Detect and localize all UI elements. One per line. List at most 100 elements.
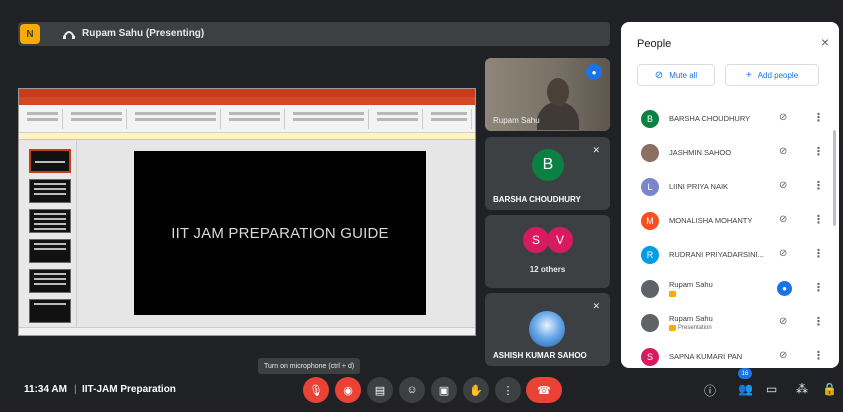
present-button[interactable]: ▣ <box>431 377 457 403</box>
participant-row[interactable]: JASHMIN SAHOO ⊘ ⋮ <box>621 136 839 170</box>
avatar: L <box>641 178 659 196</box>
participant-row[interactable]: M MONALISHA MOHANTY ⊘ ⋮ <box>621 204 839 238</box>
scrollbar[interactable] <box>833 130 836 226</box>
tile-name-label: ASHISH KUMAR SAHOO <box>493 351 587 360</box>
others-count-label: 12 others <box>529 265 566 274</box>
participant-row[interactable]: Rupam Sahu Presentation ⊘ ⋮ <box>621 306 839 340</box>
more-options-icon[interactable]: ⋮ <box>813 315 824 328</box>
slide-thumbnails <box>19 141 77 329</box>
mic-off-icon[interactable]: ⊘ <box>779 316 787 327</box>
participant-name: JASHMIN SAHOO <box>669 148 732 157</box>
participant-row[interactable]: Rupam Sahu ● ⋮ <box>621 272 839 306</box>
slide-thumbnail <box>29 149 71 173</box>
info-icon[interactable]: ⓘ <box>704 382 716 399</box>
mute-all-label: Mute all <box>669 70 698 80</box>
current-slide: IIT JAM PREPARATION GUIDE <box>134 151 426 315</box>
participant-face <box>547 78 569 106</box>
microphone-button[interactable]: 🎙 <box>303 377 329 403</box>
participant-row[interactable]: L LIINI PRIYA NAIK ⊘ ⋮ <box>621 170 839 204</box>
leave-call-button[interactable]: ☎ <box>526 377 562 403</box>
ppt-statusbar <box>19 327 475 335</box>
slide-thumbnail <box>29 269 71 293</box>
captions-button[interactable]: ▤ <box>367 377 393 403</box>
presenter-logo-letter: N <box>26 28 34 40</box>
more-options-icon[interactable]: ⋮ <box>813 213 824 226</box>
participant-subtitle: Presentation <box>669 325 712 331</box>
camera-button[interactable]: ◉ <box>335 377 361 403</box>
more-options-icon[interactable]: ⋮ <box>813 111 824 124</box>
mic-off-icon[interactable]: ⊘ <box>779 214 787 225</box>
mic-off-icon[interactable]: ⊘ <box>779 112 787 123</box>
speaking-indicator-icon[interactable]: ● <box>777 281 792 296</box>
participant-row[interactable]: R RUDRANI PRIYADARSINI... ⊘ ⋮ <box>621 238 839 272</box>
mute-all-button[interactable]: ⊘ Mute all <box>637 64 715 86</box>
microphone-tooltip: Turn on microphone (ctrl + d) <box>258 358 361 374</box>
more-options-icon[interactable]: ⋮ <box>813 349 824 362</box>
mic-off-icon: ✕ <box>592 301 600 311</box>
avatar <box>641 280 659 298</box>
add-people-button[interactable]: + Add people <box>725 64 819 86</box>
meeting-name: IIT-JAM Preparation <box>82 384 176 395</box>
mic-off-icon[interactable]: ⊘ <box>779 146 787 157</box>
people-icon[interactable]: 👥 <box>738 382 753 396</box>
participant-name: BARSHA CHOUDHURY <box>669 114 751 123</box>
shared-screen: IIT JAM PREPARATION GUIDE <box>18 88 476 336</box>
slide-thumbnail <box>29 209 71 233</box>
participant-tile-video[interactable]: ● Rupam Sahu <box>485 58 610 131</box>
more-options-icon[interactable]: ⋮ <box>813 247 824 260</box>
mic-off-icon: ⊘ <box>654 69 664 81</box>
presenting-label: Rupam Sahu (Presenting) <box>82 28 205 39</box>
avatar: B <box>641 110 659 128</box>
more-options-button[interactable]: ⋮ <box>495 377 521 403</box>
lock-icon[interactable]: 🔒 <box>822 382 837 396</box>
ppt-ribbon <box>19 97 475 133</box>
avatar: S <box>523 227 549 253</box>
present-icon: ▣ <box>438 384 450 397</box>
ppt-notice-bar <box>19 133 475 140</box>
participant-count-badge: 16 <box>738 368 752 379</box>
avatar: V <box>547 227 573 253</box>
participant-row[interactable]: S SAPNA KUMARI PAN ⊘ ⋮ <box>621 340 839 368</box>
mic-off-icon: 🎙 <box>309 384 323 397</box>
participant-tile-ashish[interactable]: ✕ ASHISH KUMAR SAHOO <box>485 293 610 366</box>
presenter-logo: N <box>20 24 40 44</box>
participant-tile-others[interactable]: S V 12 others <box>485 215 610 288</box>
close-icon[interactable]: × <box>821 34 829 50</box>
more-options-icon[interactable]: ⋮ <box>813 179 824 192</box>
reactions-button[interactable]: ☺ <box>399 377 425 403</box>
avatar-initial: B <box>542 156 554 173</box>
participant-subtitle <box>669 291 678 297</box>
participant-name: LIINI PRIYA NAIK <box>669 182 729 191</box>
avatar: B <box>532 149 564 181</box>
more-options-icon[interactable]: ⋮ <box>813 145 824 158</box>
speaking-indicator-icon: ● <box>586 64 602 80</box>
raise-hand-button[interactable]: ✋ <box>463 377 489 403</box>
avatar-initial: S <box>531 233 540 247</box>
mic-off-icon: ✕ <box>592 145 600 155</box>
avatar <box>641 314 659 332</box>
slide-title: IIT JAM PREPARATION GUIDE <box>171 224 389 242</box>
separator: | <box>74 384 77 395</box>
chat-icon[interactable]: ▭ <box>766 382 777 396</box>
mic-off-icon[interactable]: ⊘ <box>779 180 787 191</box>
tile-name-label: Rupam Sahu <box>493 116 540 125</box>
people-panel: People × ⊘ Mute all + Add people B BARSHA… <box>621 22 839 368</box>
more-options-icon[interactable]: ⋮ <box>813 281 824 294</box>
activities-icon[interactable]: ⁂ <box>796 382 808 396</box>
participant-name: RUDRANI PRIYADARSINI... <box>669 250 764 259</box>
ppt-titlebar <box>19 89 475 97</box>
mic-off-icon[interactable]: ⊘ <box>779 248 787 259</box>
presentation-icon <box>669 325 676 331</box>
tile-name-label: BARSHA CHOUDHURY <box>493 195 581 204</box>
mic-off-icon[interactable]: ⊘ <box>779 350 787 361</box>
emoji-icon: ☺ <box>406 384 418 396</box>
avatar <box>641 144 659 162</box>
participant-row[interactable]: B BARSHA CHOUDHURY ⊘ ⋮ <box>621 102 839 136</box>
avatar: M <box>641 212 659 230</box>
slide-thumbnail <box>29 299 71 323</box>
slide-thumbnail <box>29 179 71 203</box>
participant-name: SAPNA KUMARI PAN <box>669 352 743 361</box>
participant-tile-barsha[interactable]: ✕ B BARSHA CHOUDHURY <box>485 137 610 210</box>
slide-thumbnail <box>29 239 71 263</box>
participant-subtitle-text: Presentation <box>678 325 712 331</box>
